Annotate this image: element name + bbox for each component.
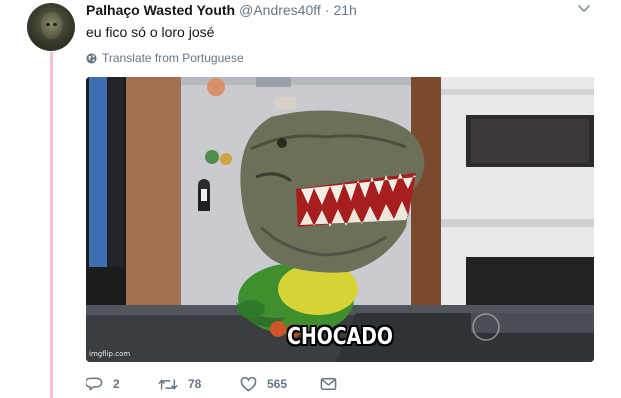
avatar-eye-right xyxy=(53,23,57,26)
tweet-actions: 2 78 565 xyxy=(86,374,337,394)
chevron-down-icon[interactable] xyxy=(578,4,590,14)
like-count: 565 xyxy=(267,377,288,391)
direct-message-button[interactable] xyxy=(320,377,337,391)
user-handle[interactable]: @Andres40ff xyxy=(239,2,321,18)
reply-icon xyxy=(86,377,103,391)
meme-caption: CHOCADO xyxy=(287,324,393,350)
avatar[interactable] xyxy=(27,3,75,51)
tweet-timestamp[interactable]: 21h xyxy=(333,2,356,18)
heart-icon xyxy=(240,376,257,391)
tweet-text: eu fico só o loro josé xyxy=(86,24,215,40)
media-watermark: imgflip.com xyxy=(89,350,131,358)
translate-link[interactable]: Translate from Portuguese xyxy=(86,51,244,65)
reply-count: 2 xyxy=(113,377,120,391)
media-image xyxy=(86,77,594,362)
envelope-icon xyxy=(320,378,337,390)
avatar-face xyxy=(41,12,62,39)
display-name[interactable]: Palhaço Wasted Youth xyxy=(86,2,235,18)
retweet-button[interactable]: 78 xyxy=(158,377,240,392)
tweet-header: Palhaço Wasted Youth @Andres40ff · 21h xyxy=(86,2,357,20)
reply-button[interactable]: 2 xyxy=(86,376,158,392)
translate-label: Translate from Portuguese xyxy=(102,51,244,65)
like-button[interactable]: 565 xyxy=(240,376,320,392)
header-separator: · xyxy=(324,2,330,18)
tweet-media[interactable]: CHOCADO imgflip.com xyxy=(86,77,594,362)
avatar-eye-left xyxy=(46,23,50,26)
thread-line xyxy=(50,52,53,398)
retweet-icon xyxy=(158,378,178,390)
retweet-count: 78 xyxy=(188,377,202,391)
globe-icon xyxy=(86,52,97,64)
